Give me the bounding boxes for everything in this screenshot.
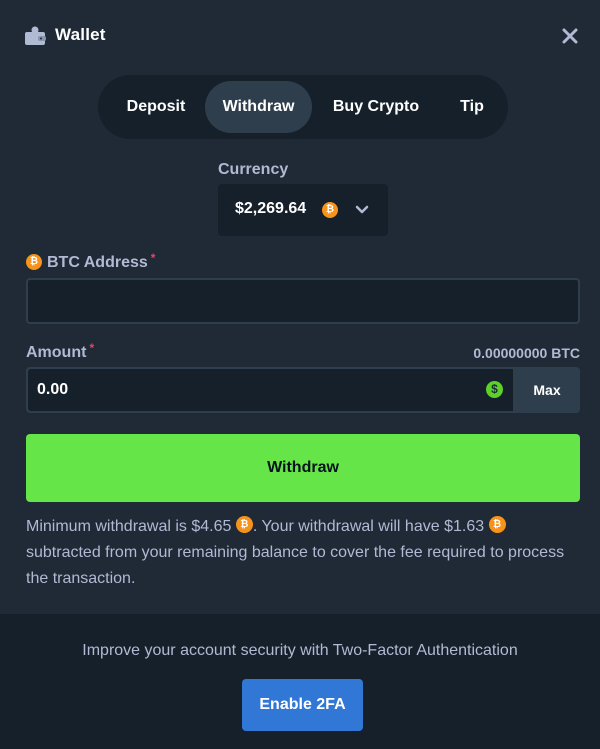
currency-label: Currency bbox=[218, 161, 289, 178]
withdrawal-info: Minimum withdrawal is $4.65 ₿. Your with… bbox=[26, 514, 580, 592]
wallet-title: Wallet bbox=[55, 25, 106, 44]
amount-btc-equivalent: 0.00000000 BTC bbox=[473, 345, 580, 361]
bitcoin-icon: ₿ bbox=[235, 516, 253, 534]
wallet-icon bbox=[25, 26, 46, 45]
tab-buy-crypto[interactable]: Buy Crypto bbox=[320, 81, 432, 133]
wallet-header: Wallet bbox=[0, 0, 600, 70]
required-mark: * bbox=[89, 341, 95, 355]
amount-input[interactable] bbox=[28, 369, 513, 411]
info-text-2: . Your withdrawal will have $1.63 bbox=[252, 518, 489, 535]
max-button[interactable]: Max bbox=[514, 367, 580, 413]
currency-select[interactable]: $2,269.64 ₿ bbox=[218, 184, 388, 236]
close-icon[interactable] bbox=[560, 26, 580, 46]
two-factor-text: Improve your account security with Two-F… bbox=[82, 642, 518, 659]
currency-value: $2,269.64 bbox=[235, 200, 307, 217]
chevron-down-icon bbox=[355, 205, 369, 214]
amount-label-text: Amount bbox=[26, 344, 87, 361]
btc-address-label-text: BTC Address bbox=[47, 254, 148, 271]
bitcoin-icon: ₿ bbox=[322, 202, 338, 218]
tab-tip[interactable]: Tip bbox=[442, 81, 502, 133]
two-factor-footer: Improve your account security with Two-F… bbox=[0, 614, 600, 749]
bitcoin-icon: ₿ bbox=[488, 516, 506, 534]
info-text-3: subtracted from your remaining balance t… bbox=[26, 544, 565, 587]
info-text-1: Minimum withdrawal is $4.65 bbox=[26, 518, 236, 535]
amount-label: Amount * bbox=[26, 341, 95, 362]
amount-field: $ Max bbox=[26, 367, 580, 413]
btc-address-input[interactable] bbox=[26, 278, 580, 324]
required-mark: * bbox=[150, 251, 156, 265]
tab-withdraw[interactable]: Withdraw bbox=[205, 81, 312, 133]
btc-address-label: ₿ BTC Address * bbox=[26, 251, 156, 272]
dollar-icon: $ bbox=[486, 381, 503, 398]
enable-2fa-button[interactable]: Enable 2FA bbox=[242, 679, 363, 731]
tab-deposit[interactable]: Deposit bbox=[106, 81, 206, 133]
withdraw-button[interactable]: Withdraw bbox=[26, 434, 580, 502]
wallet-tabs: Deposit Withdraw Buy Crypto Tip bbox=[98, 75, 508, 139]
bitcoin-icon: ₿ bbox=[26, 253, 42, 270]
